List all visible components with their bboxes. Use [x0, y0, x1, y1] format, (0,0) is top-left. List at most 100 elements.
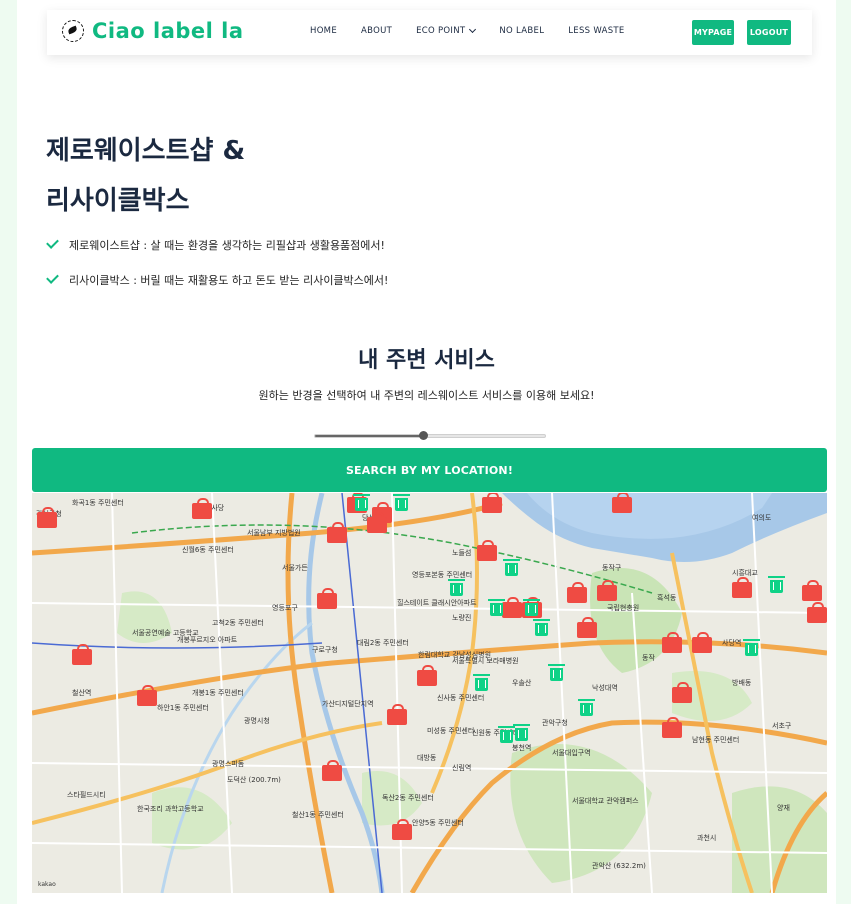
service-map[interactable]: 강서구청화곡1동 주민센터신월6동 주민센터서울남부 지방법원고척2동 주민센터…: [32, 493, 827, 893]
recycle-box-marker[interactable]: [547, 663, 567, 681]
map-place-label: 흑석동: [657, 594, 677, 602]
zero-waste-shop-marker[interactable]: [807, 602, 827, 623]
shopping-bag-icon: [692, 632, 712, 653]
recycle-box-marker[interactable]: [502, 558, 522, 576]
trash-bin-icon: [513, 724, 530, 741]
zero-waste-shop-marker[interactable]: [317, 588, 337, 609]
map-place-label: 낙성대역: [592, 684, 618, 692]
zero-waste-shop-marker[interactable]: [612, 493, 632, 513]
recycle-box-marker[interactable]: [512, 723, 532, 741]
trash-bin-icon: [743, 639, 760, 656]
nearby-services-title: 내 주변 서비스: [358, 348, 495, 373]
recycle-box-marker[interactable]: [522, 598, 542, 616]
zero-waste-shop-marker[interactable]: [662, 717, 682, 738]
map-place-label: 광명스피돔: [212, 760, 245, 768]
zero-waste-shop-marker[interactable]: [392, 819, 412, 840]
recycle-box-marker[interactable]: [767, 575, 787, 593]
map-place-label: 대방동: [417, 754, 437, 762]
trash-bin-icon: [533, 619, 550, 636]
zero-waste-shop-marker[interactable]: [417, 665, 437, 686]
map-place-label: 철산1동 주민센터: [292, 811, 344, 819]
zero-waste-shop-marker[interactable]: [192, 498, 212, 519]
map-place-label: 서울남부 지방법원: [247, 529, 301, 537]
shopping-bag-icon: [72, 644, 92, 665]
map-place-label: 동작: [642, 654, 655, 662]
radius-slider-fill: [315, 435, 424, 437]
recycle-box-marker[interactable]: [447, 578, 467, 596]
zero-waste-shop-marker[interactable]: [662, 632, 682, 653]
map-place-label: 신월6동 주민센터: [182, 546, 234, 554]
mypage-button[interactable]: MYPAGE: [692, 20, 734, 45]
zero-waste-shop-marker[interactable]: [597, 580, 617, 601]
brand-logo[interactable]: Ciao label la: [62, 19, 244, 43]
map-place-label: 동작구: [602, 564, 622, 572]
shopping-bag-icon: [597, 580, 617, 601]
nav-item-eco-point[interactable]: ECO POINT: [416, 25, 477, 36]
recycle-box-marker[interactable]: [392, 493, 412, 511]
recycle-box-marker[interactable]: [472, 673, 492, 691]
nav-item-label: NO LABEL: [499, 26, 545, 36]
shopping-bag-icon: [477, 540, 497, 561]
map-place-label: 노량진: [452, 614, 472, 622]
map-place-label: 방배동: [732, 679, 752, 687]
zero-waste-shop-marker[interactable]: [37, 507, 57, 528]
feature-recycle-box: 리사이클박스 : 버릴 때는 재활용도 하고 돈도 받는 리사이클박스에서!: [69, 274, 389, 287]
trash-bin-icon: [548, 664, 565, 681]
shopping-bag-icon: [387, 704, 407, 725]
recycle-box-marker[interactable]: [742, 638, 762, 656]
leaf-logo-icon: [62, 20, 84, 42]
shopping-bag-icon: [662, 717, 682, 738]
map-place-label: 남현동 주민센터: [692, 736, 740, 744]
map-place-label: 서울대학교 관악캠퍼스: [572, 797, 639, 805]
trash-bin-icon: [488, 599, 505, 616]
map-place-label: 신림역: [452, 764, 472, 772]
map-place-label: 대림2동 주민센터: [357, 639, 409, 647]
zero-waste-shop-marker[interactable]: [577, 617, 597, 638]
map-place-label: 신사동 주민센터: [437, 694, 485, 702]
radius-slider-thumb[interactable]: [419, 431, 429, 440]
nav-item-about[interactable]: ABOUT: [361, 26, 392, 36]
map-place-label: 서울대입구역: [552, 749, 591, 757]
map-place-label: 봉천역: [512, 744, 532, 752]
recycle-box-marker[interactable]: [487, 598, 507, 616]
check-icon: [46, 236, 59, 249]
zero-waste-shop-marker[interactable]: [732, 577, 752, 598]
nav-item-less-waste[interactable]: LESS WASTE: [568, 26, 624, 36]
logout-button[interactable]: LOGOUT: [747, 20, 791, 45]
zero-waste-shop-marker[interactable]: [567, 582, 587, 603]
zero-waste-shop-marker[interactable]: [672, 682, 692, 703]
map-place-label: 관악구청: [542, 719, 568, 727]
map-place-label: 광명시청: [244, 717, 270, 725]
zero-waste-shop-marker[interactable]: [692, 632, 712, 653]
nav-item-no-label[interactable]: NO LABEL: [499, 26, 544, 36]
recycle-box-marker[interactable]: [577, 698, 597, 716]
nav-item-home[interactable]: HOME: [310, 26, 337, 36]
map-place-label: 미성동 주민센터: [427, 727, 475, 735]
trash-bin-icon: [393, 494, 410, 511]
check-icon: [46, 271, 59, 284]
zero-waste-shop-marker[interactable]: [327, 522, 347, 543]
map-place-label: 안양5동 주민센터: [412, 819, 464, 827]
map-place-label: 영등포구: [272, 604, 298, 612]
zero-waste-shop-marker[interactable]: [137, 685, 157, 706]
feature-zero-waste-shop: 제로웨이스트샵 : 살 때는 환경을 생각하는 리필샵과 생활용품점에서!: [69, 239, 385, 252]
zero-waste-shop-marker[interactable]: [72, 644, 92, 665]
trash-bin-icon: [768, 576, 785, 593]
shopping-bag-icon: [317, 588, 337, 609]
zero-waste-shop-marker[interactable]: [387, 704, 407, 725]
trash-bin-icon: [578, 699, 595, 716]
zero-waste-shop-marker[interactable]: [477, 540, 497, 561]
map-place-label: 한국조리 과학고등학교: [137, 805, 204, 813]
nearby-services-description: 원하는 반경을 선택하여 내 주변의 레스웨이스트 서비스를 이용해 보세요!: [258, 389, 595, 402]
zero-waste-shop-marker[interactable]: [367, 512, 387, 533]
zero-waste-shop-marker[interactable]: [802, 580, 822, 601]
map-place-label: 화곡1동 주민센터: [72, 499, 124, 507]
map-place-label: 개봉1동 주민센터: [192, 689, 244, 697]
radius-slider[interactable]: [314, 431, 546, 440]
zero-waste-shop-marker[interactable]: [482, 493, 502, 513]
recycle-box-marker[interactable]: [352, 493, 372, 511]
zero-waste-shop-marker[interactable]: [322, 760, 342, 781]
main-menu: HOME ABOUT ECO POINT NO LABEL LESS WASTE: [310, 25, 649, 36]
recycle-box-marker[interactable]: [532, 618, 552, 636]
search-by-location-button[interactable]: SEARCH BY MY LOCATION!: [32, 448, 827, 492]
